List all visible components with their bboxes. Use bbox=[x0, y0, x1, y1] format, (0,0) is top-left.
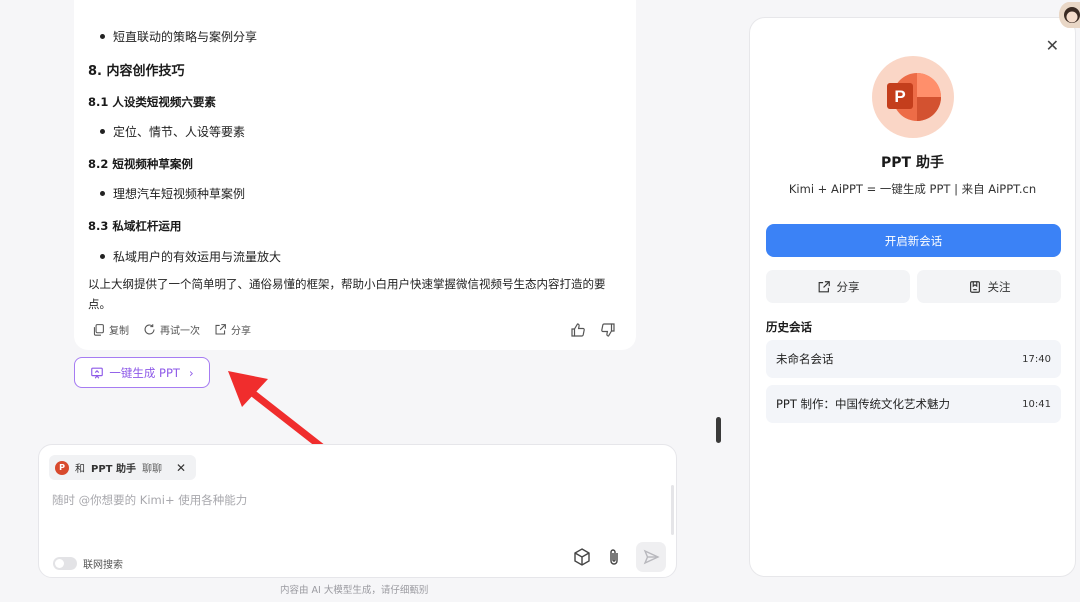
generate-ppt-label: 一键生成 PPT bbox=[109, 365, 180, 380]
bullet-dot bbox=[100, 129, 105, 134]
scrollbar-handle[interactable] bbox=[716, 417, 721, 443]
presentation-icon bbox=[91, 367, 104, 379]
share-label: 分享 bbox=[231, 326, 251, 337]
ai-disclaimer: 内容由 AI 大模型生成，请仔细甄别 bbox=[280, 585, 429, 596]
web-search-toggle-row: 联网搜索 bbox=[53, 556, 123, 571]
chip-prefix: 和 bbox=[75, 464, 85, 475]
retry-label: 再试一次 bbox=[160, 326, 200, 337]
share-answer-button[interactable]: 分享 bbox=[214, 322, 251, 337]
history-item[interactable]: PPT 制作：中国传统文化艺术魅力 10:41 bbox=[766, 385, 1061, 423]
assistant-panel: ✕ P PPT 助手 Kimi + AiPPT = 一键生成 PPT | 来自 … bbox=[749, 17, 1076, 577]
generate-ppt-button[interactable]: 一键生成 PPT › bbox=[74, 357, 210, 388]
list-item-text: 理想汽车短视频种草案例 bbox=[113, 187, 246, 201]
thumbs-up-icon[interactable] bbox=[570, 322, 586, 338]
close-icon[interactable]: ✕ bbox=[1046, 36, 1059, 55]
web-search-toggle[interactable] bbox=[53, 557, 77, 570]
svg-text:P: P bbox=[894, 87, 905, 106]
send-button[interactable] bbox=[636, 542, 666, 572]
subsection-heading: 8.3 私域杠杆运用 bbox=[88, 219, 182, 233]
chat-input-placeholder[interactable]: 随时 @你想要的 Kimi+ 使用各种能力 bbox=[52, 492, 247, 508]
panel-subtitle: Kimi + AiPPT = 一键生成 PPT | 来自 AiPPT.cn bbox=[788, 182, 1037, 196]
assistant-mention-chip[interactable]: P 和 PPT 助手 聊聊 ✕ bbox=[49, 455, 197, 480]
send-icon bbox=[643, 549, 660, 565]
copy-label: 复制 bbox=[109, 326, 129, 337]
answer-actions: 复制 再试一次 分享 bbox=[92, 322, 251, 337]
list-item: 私域用户的有效运用与流量放大 bbox=[100, 248, 281, 265]
history-item-name: PPT 制作：中国传统文化艺术魅力 bbox=[776, 397, 951, 411]
share-button[interactable]: 分享 bbox=[766, 270, 910, 303]
chip-assistant-name: PPT 助手 bbox=[91, 464, 136, 475]
chat-input-box: P 和 PPT 助手 聊聊 ✕ 随时 @你想要的 Kimi+ 使用各种能力 联网… bbox=[38, 444, 677, 578]
history-heading: 历史会话 bbox=[766, 320, 812, 334]
bullet-dot bbox=[100, 34, 105, 39]
list-item-text: 私域用户的有效运用与流量放大 bbox=[113, 250, 282, 264]
assistant-answer-card: 短直联动的策略与案例分享 8. 内容创作技巧 8.1 人设类短视频六要素 定位、… bbox=[74, 0, 636, 350]
input-scrollbar[interactable] bbox=[671, 485, 674, 535]
copy-button[interactable]: 复制 bbox=[92, 322, 129, 337]
section-heading: 8. 内容创作技巧 bbox=[88, 64, 185, 79]
new-chat-button[interactable]: 开启新会话 bbox=[766, 224, 1061, 257]
share-icon bbox=[818, 280, 830, 292]
bullet-dot bbox=[100, 191, 105, 196]
share-label: 分享 bbox=[836, 279, 860, 294]
thumbs-down-icon[interactable] bbox=[600, 322, 616, 338]
history-item[interactable]: 未命名会话 17:40 bbox=[766, 340, 1061, 378]
close-icon[interactable]: ✕ bbox=[176, 461, 186, 475]
copy-icon bbox=[93, 324, 104, 336]
list-item-text: 定位、情节、人设等要素 bbox=[113, 125, 246, 139]
chip-suffix: 聊聊 bbox=[141, 464, 162, 475]
bullet-dot bbox=[100, 254, 105, 259]
list-item: 理想汽车短视频种草案例 bbox=[100, 185, 245, 202]
web-search-label: 联网搜索 bbox=[83, 560, 123, 571]
powerpoint-icon: P bbox=[887, 73, 941, 121]
avatar-icon bbox=[1059, 2, 1080, 28]
powerpoint-logo: P bbox=[872, 56, 954, 138]
retry-button[interactable]: 再试一次 bbox=[143, 322, 200, 337]
follow-label: 关注 bbox=[987, 279, 1011, 294]
list-item: 定位、情节、人设等要素 bbox=[100, 123, 245, 140]
ppt-logo-icon: P bbox=[55, 460, 69, 475]
summary-paragraph: 以上大纲提供了一个简单明了、通俗易懂的框架，帮助小白用户快速掌握微信视频号生态内… bbox=[88, 277, 606, 311]
avatar[interactable] bbox=[1059, 2, 1080, 28]
cube-icon[interactable] bbox=[572, 547, 592, 567]
history-item-name: 未命名会话 bbox=[776, 352, 834, 366]
share-icon bbox=[215, 324, 226, 335]
history-item-time: 10:41 bbox=[1022, 398, 1051, 410]
history-item-time: 17:40 bbox=[1022, 353, 1051, 365]
list-item: 短直联动的策略与案例分享 bbox=[100, 28, 257, 45]
list-item-text: 短直联动的策略与案例分享 bbox=[113, 30, 258, 44]
follow-button[interactable]: 关注 bbox=[917, 270, 1061, 303]
subsection-heading: 8.2 短视频种草案例 bbox=[88, 157, 193, 171]
chevron-right-icon: › bbox=[188, 365, 194, 380]
paperclip-icon[interactable] bbox=[604, 547, 624, 567]
feedback-buttons bbox=[570, 322, 616, 338]
subsection-heading: 8.1 人设类短视频六要素 bbox=[88, 95, 216, 109]
refresh-icon bbox=[144, 324, 155, 335]
bookmark-icon bbox=[969, 280, 980, 293]
input-tools bbox=[572, 542, 666, 572]
panel-title: PPT 助手 bbox=[881, 155, 944, 171]
